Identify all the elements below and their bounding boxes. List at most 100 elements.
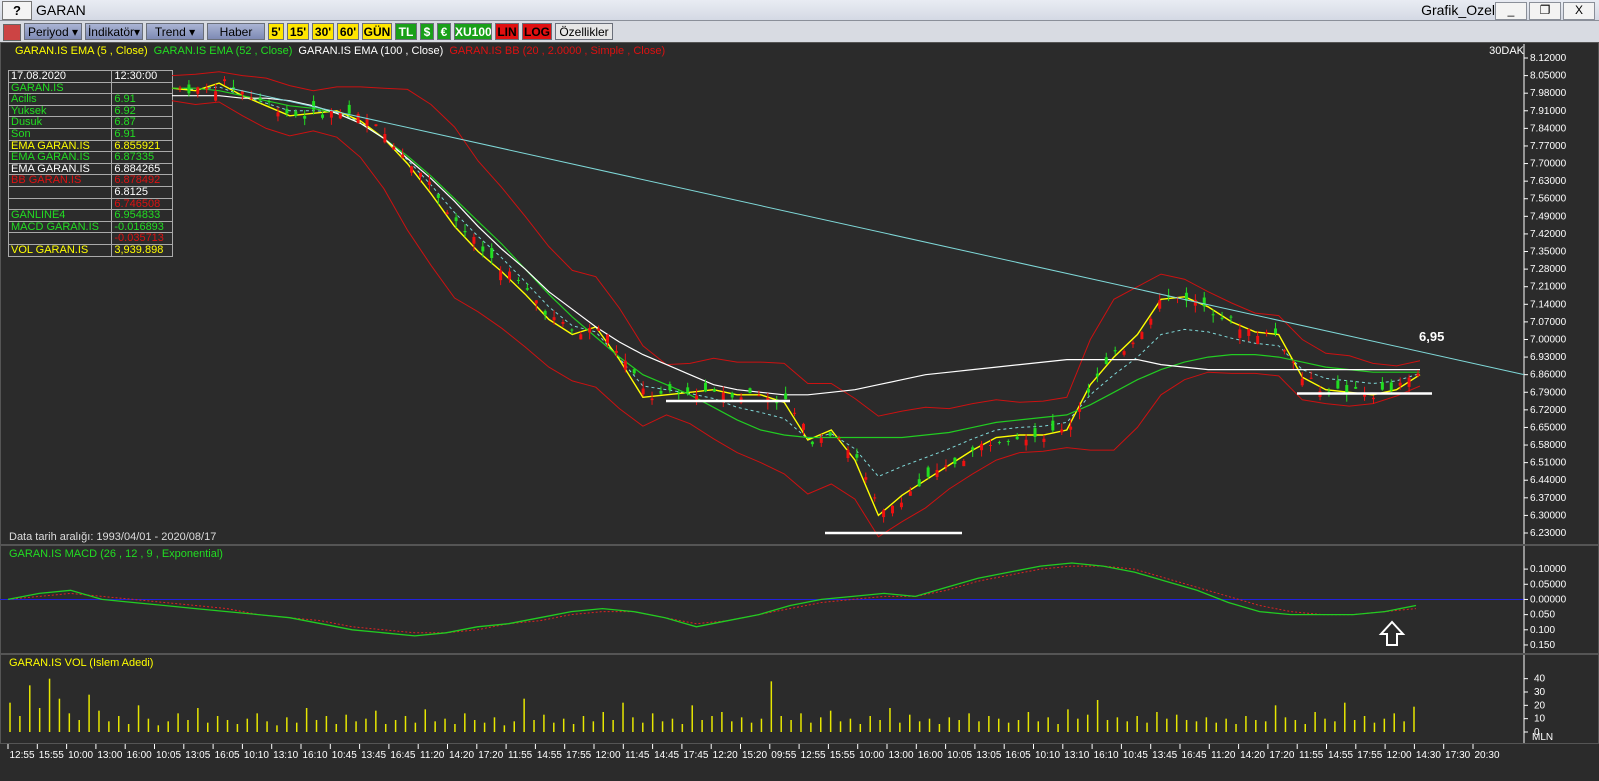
info-row: BB GARAN.IS 6.878492 bbox=[7, 174, 173, 187]
toolbar-button-7[interactable]: 60' bbox=[337, 23, 359, 40]
x-tick-label: 14:55 bbox=[537, 750, 562, 761]
x-tick-label: 13:00 bbox=[888, 750, 913, 761]
toolbar: Periyod ▾ İndikatör▾ Trend ▾ Haber 5' 15' 30' 6… bbox=[0, 21, 1599, 43]
info-label: 17.08.2020 bbox=[7, 70, 113, 83]
info-label: GARAN.IS bbox=[7, 81, 113, 95]
x-tick-label: 13:45 bbox=[1152, 750, 1177, 761]
x-tick-label: 16:10 bbox=[302, 750, 327, 761]
x-tick-label: 16:45 bbox=[390, 750, 415, 761]
info-row: GARAN.IS bbox=[7, 81, 173, 95]
x-tick-label: 14:20 bbox=[1240, 750, 1265, 761]
toolbar-button-9[interactable]: TL bbox=[395, 23, 417, 40]
x-tick-label: 13:05 bbox=[976, 750, 1001, 761]
x-tick-label: 16:05 bbox=[1006, 750, 1031, 761]
x-tick-label: 12:55 bbox=[9, 750, 34, 761]
toolbar-button-4[interactable]: 5' bbox=[268, 23, 284, 40]
info-value: -0.016893 bbox=[111, 220, 173, 234]
info-label: EMA GARAN.IS bbox=[7, 151, 113, 164]
info-label: MACD GARAN.IS bbox=[7, 220, 113, 234]
x-tick-label: 12:55 bbox=[801, 750, 826, 761]
info-row: EMA GARAN.IS 6.87335 bbox=[7, 151, 173, 164]
period-label: 30DAK bbox=[1489, 45, 1524, 57]
minimize-button[interactable]: _ bbox=[1495, 2, 1527, 20]
info-value: 12:30:00 bbox=[111, 70, 173, 83]
x-tick-label: 17:20 bbox=[478, 750, 503, 761]
info-value: 6.746508 bbox=[111, 197, 173, 211]
x-tick-label: 13:10 bbox=[273, 750, 298, 761]
toolbar-button-11[interactable]: € bbox=[437, 23, 451, 40]
info-label bbox=[7, 232, 113, 245]
x-tick-label: 10:10 bbox=[244, 750, 269, 761]
macd-panel[interactable]: GARAN.IS MACD (26 , 12 , 9 , Exponential… bbox=[0, 545, 1599, 654]
info-value: 6.884265 bbox=[111, 162, 173, 176]
x-tick-label: 13:05 bbox=[185, 750, 210, 761]
price-panel[interactable]: GARAN.IS EMA (5 , Close) GARAN.IS EMA (52… bbox=[0, 42, 1599, 545]
toolbar-button-10[interactable]: $ bbox=[420, 23, 434, 40]
app-logo-icon bbox=[3, 24, 21, 41]
price-legend: GARAN.IS EMA (5 , Close) GARAN.IS EMA (52… bbox=[15, 45, 671, 57]
info-row: EMA GARAN.IS 6.855921 bbox=[7, 139, 173, 153]
info-row: EMA GARAN.IS 6.884265 bbox=[7, 162, 173, 176]
x-tick-label: 11:20 bbox=[1211, 750, 1236, 761]
x-axis-svg: 12:55 15:55 10:00 13:00 16:00 10:05 13:05 16:05… bbox=[7, 744, 1500, 761]
info-row: GANLINE4 6.954833 bbox=[7, 209, 173, 222]
info-label bbox=[7, 197, 113, 211]
volume-panel[interactable]: GARAN.IS VOL (Islem Adedi) bbox=[0, 654, 1599, 744]
x-tick-label: 20:30 bbox=[1474, 750, 1499, 761]
legend-entry-3: GARAN.IS BB (20 , 2.0000 , Simple , Clos… bbox=[449, 45, 666, 57]
toolbar-button-0[interactable]: Periyod ▾ bbox=[24, 23, 82, 40]
toolbar-button-6[interactable]: 30' bbox=[312, 23, 334, 40]
x-tick-label: 17:20 bbox=[1269, 750, 1294, 761]
x-tick-label: 17:30 bbox=[1445, 750, 1470, 761]
x-tick-label: 13:10 bbox=[1064, 750, 1089, 761]
title-bar: ? GARAN Grafik_Ozel _ ❐ X bbox=[0, 0, 1599, 21]
x-tick-label: 09:55 bbox=[771, 750, 796, 761]
x-tick-label: 14:20 bbox=[449, 750, 474, 761]
toolbar-button-12[interactable]: XU100 bbox=[454, 23, 492, 40]
info-row: VOL GARAN.IS 3,939.898 bbox=[7, 243, 173, 257]
x-tick-label: 10:00 bbox=[859, 750, 884, 761]
x-tick-label: 14:55 bbox=[1328, 750, 1353, 761]
toolbar-button-13[interactable]: LIN bbox=[495, 23, 519, 40]
info-label: BB GARAN.IS bbox=[7, 174, 113, 187]
x-tick-label: 15:55 bbox=[830, 750, 855, 761]
info-value: 6.91 bbox=[111, 93, 173, 106]
x-tick-label: 10:05 bbox=[947, 750, 972, 761]
legend-entry-1: GARAN.IS EMA (52 , Close) bbox=[153, 45, 293, 57]
info-row: Yuksek 6.92 bbox=[7, 104, 173, 118]
toolbar-button-8[interactable]: GÜN bbox=[362, 23, 392, 40]
x-tick-label: 12:00 bbox=[1387, 750, 1412, 761]
toolbar-button-15[interactable]: Özellikler bbox=[555, 23, 613, 40]
info-value bbox=[111, 81, 173, 95]
info-label: Acilis bbox=[7, 93, 113, 106]
x-tick-label: 16:45 bbox=[1181, 750, 1206, 761]
info-label: Dusuk bbox=[7, 116, 113, 129]
info-row: Acilis 6.91 bbox=[7, 93, 173, 106]
x-tick-label: 12:20 bbox=[713, 750, 738, 761]
close-button[interactable]: X bbox=[1563, 2, 1595, 20]
toolbar-button-1[interactable]: İndikatör▾ bbox=[85, 23, 143, 40]
toolbar-button-14[interactable]: LOG bbox=[522, 23, 552, 40]
x-tick-label: 12:00 bbox=[595, 750, 620, 761]
info-label bbox=[7, 185, 113, 199]
info-value: 6.855921 bbox=[111, 139, 173, 153]
macd-legend: GARAN.IS MACD (26 , 12 , 9 , Exponential… bbox=[9, 548, 223, 560]
toolbar-button-5[interactable]: 15' bbox=[287, 23, 309, 40]
info-value: 6.878492 bbox=[111, 174, 173, 187]
toolbar-button-3[interactable]: Haber bbox=[207, 23, 265, 40]
x-tick-label: 10:45 bbox=[1123, 750, 1148, 761]
volume-legend: GARAN.IS VOL (Islem Adedi) bbox=[9, 657, 154, 669]
x-tick-label: 15:20 bbox=[742, 750, 767, 761]
restore-button[interactable]: ❐ bbox=[1529, 2, 1561, 20]
info-value: 6.8125 bbox=[111, 185, 173, 199]
help-button[interactable]: ? bbox=[2, 1, 32, 20]
x-tick-label: 16:00 bbox=[127, 750, 152, 761]
toolbar-button-2[interactable]: Trend ▾ bbox=[146, 23, 204, 40]
info-label: GANLINE4 bbox=[7, 209, 113, 222]
x-tick-label: 17:55 bbox=[1357, 750, 1382, 761]
x-tick-label: 16:00 bbox=[918, 750, 943, 761]
info-value: 3,939.898 bbox=[111, 243, 173, 257]
legend-entry-2: GARAN.IS EMA (100 , Close) bbox=[298, 45, 444, 57]
info-row: 6.8125 bbox=[7, 185, 173, 199]
x-tick-label: 10:45 bbox=[332, 750, 357, 761]
